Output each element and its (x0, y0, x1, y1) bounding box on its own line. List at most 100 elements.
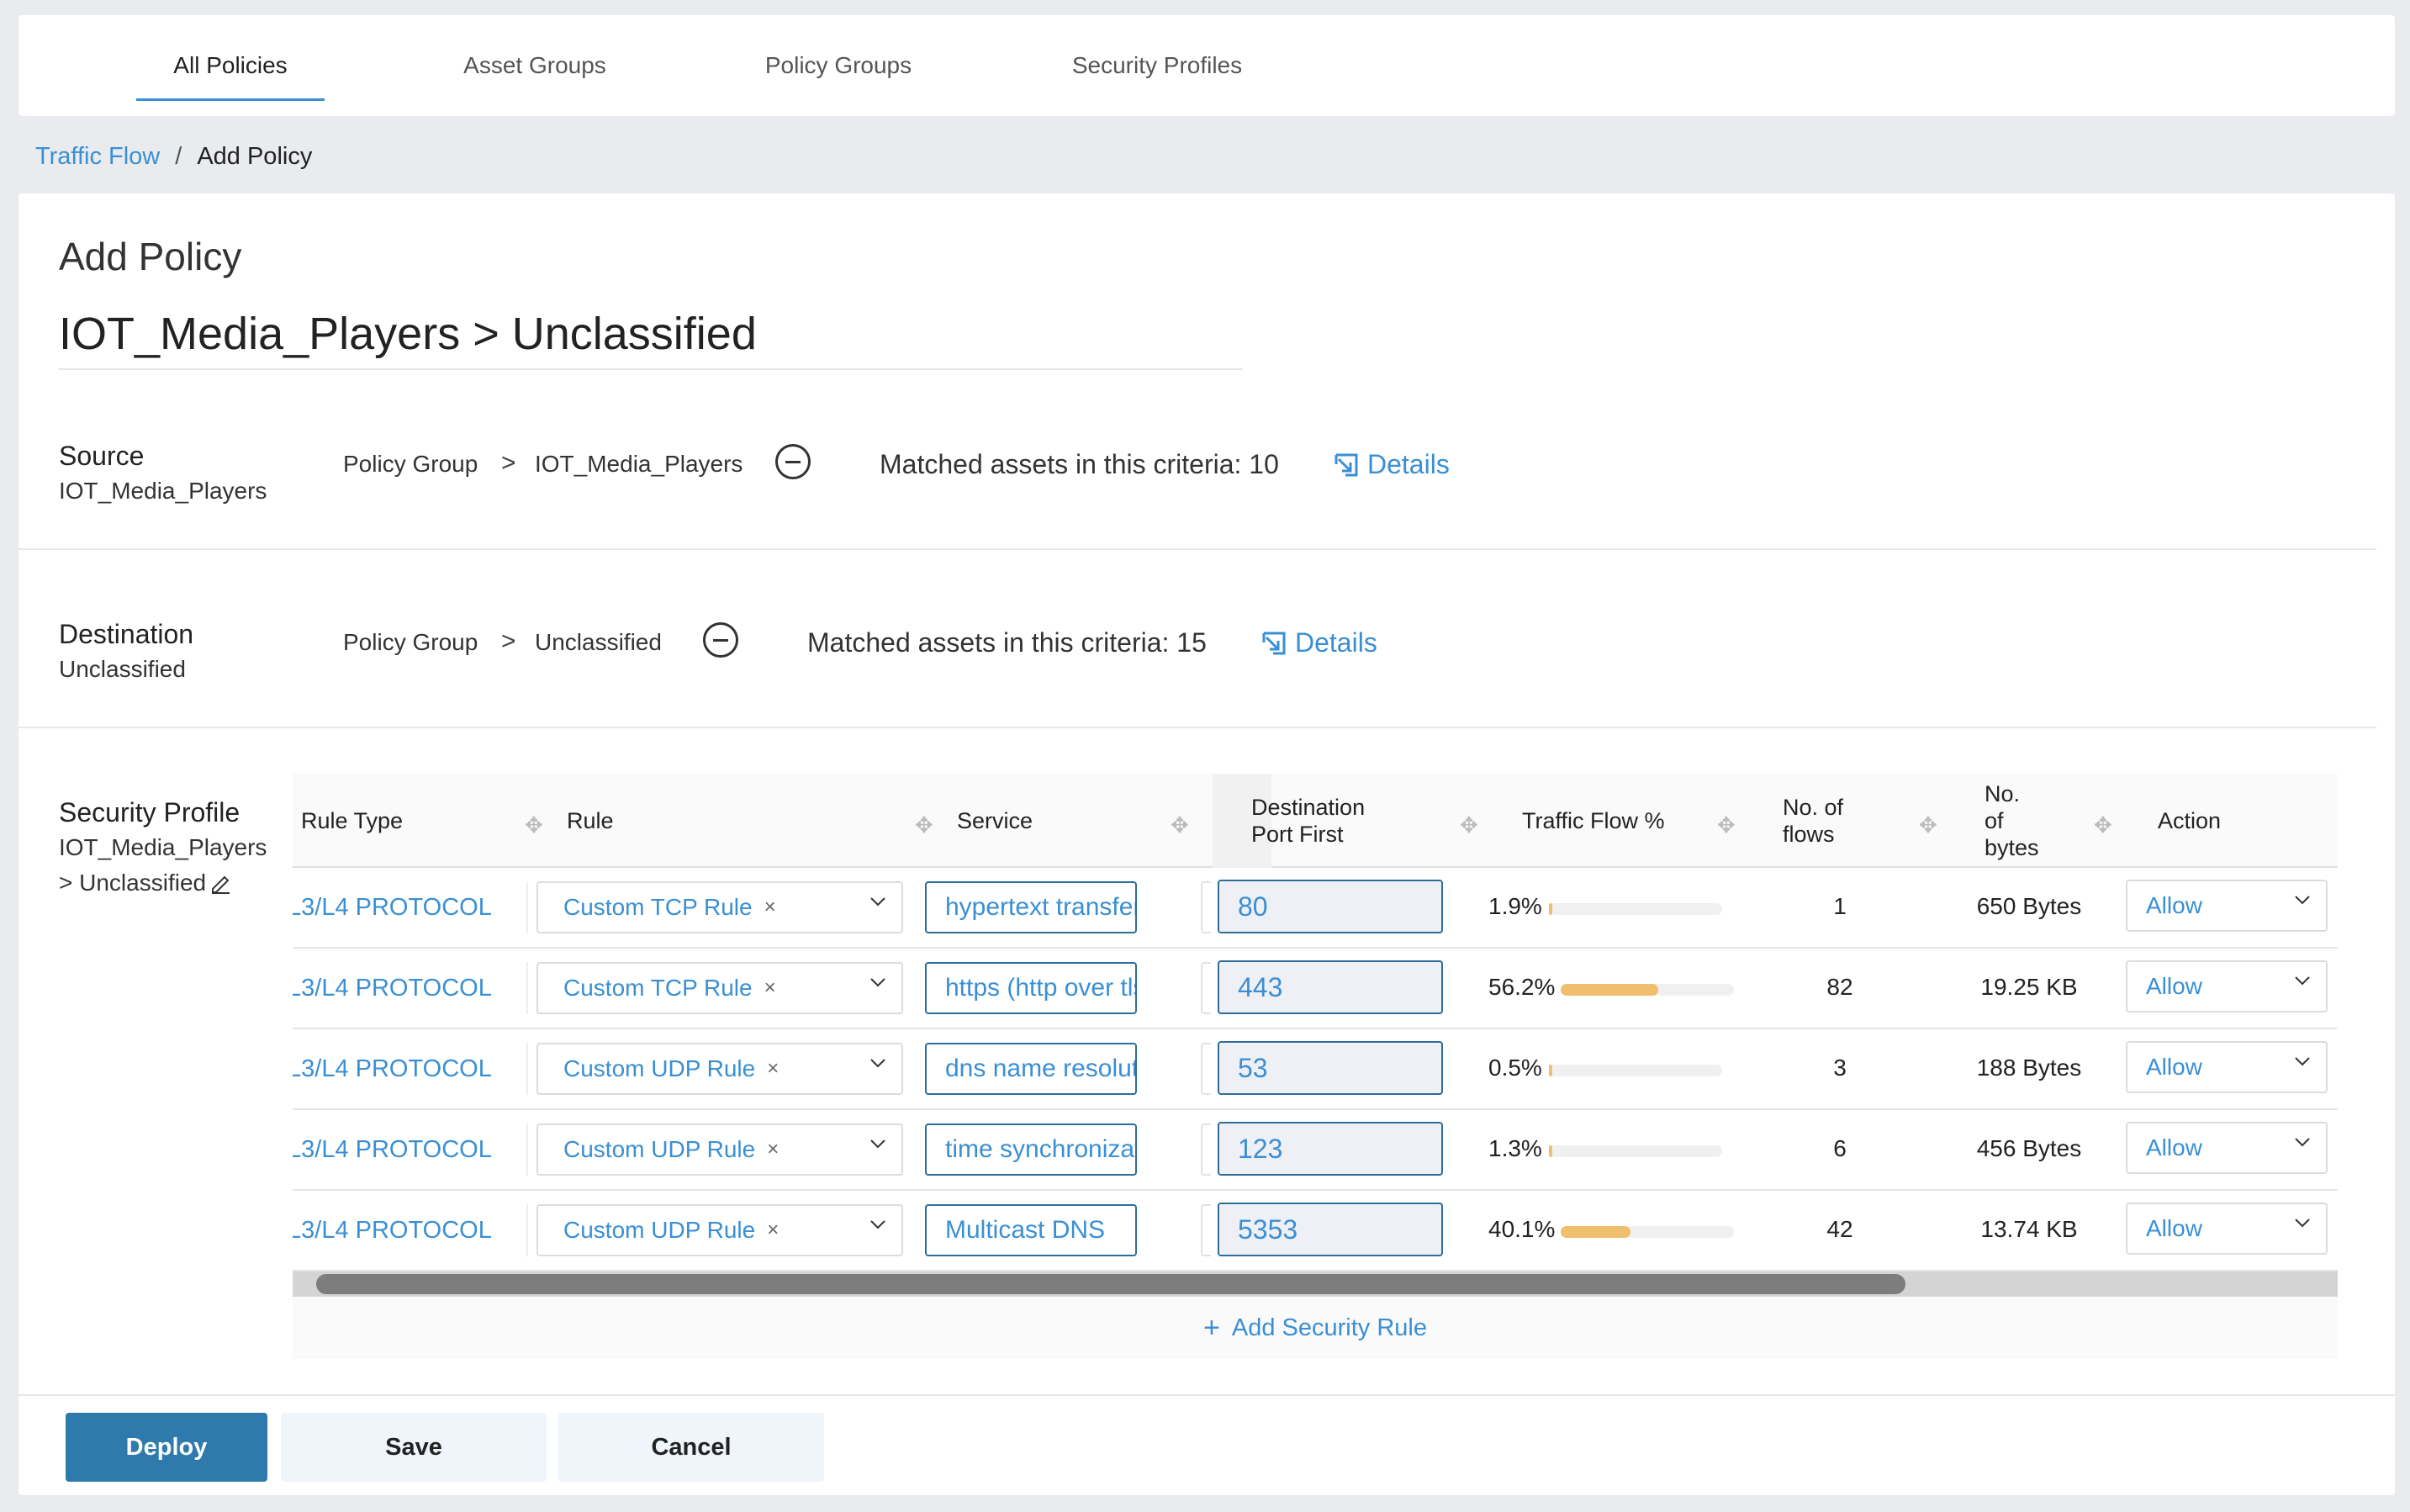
rule-select[interactable]: Custom UDP Rule × (536, 1043, 903, 1095)
rule-select-value: Custom UDP Rule (563, 1136, 756, 1162)
tab-label: Asset Groups (463, 52, 606, 78)
tab-asset-groups[interactable]: Asset Groups (417, 15, 653, 116)
destination-port-input[interactable]: 123 (1218, 1122, 1443, 1176)
edit-pencil-icon[interactable] (209, 872, 231, 894)
table-header: Rule Type ✥ Rule ✥ Service ✥ Destination… (293, 774, 2338, 868)
tab-security-profiles[interactable]: Security Profiles (1026, 15, 1288, 116)
destination-port-input[interactable]: 80 (1218, 880, 1443, 933)
col-rule[interactable]: Rule (567, 807, 614, 834)
table-row: L3/L4 PROTOCOL Custom UDP Rule × time synch… (293, 1110, 2338, 1191)
traffic-flow-percent: 40.1% (1488, 1216, 1556, 1242)
column-resize-handle[interactable]: ✥ (2094, 812, 2112, 838)
save-button[interactable]: Save (281, 1413, 547, 1482)
action-select[interactable]: Allow (2126, 960, 2328, 1012)
rule-type-cell[interactable]: L3/L4 PROTOCOL (293, 962, 528, 1014)
rule-type-cell[interactable]: L3/L4 PROTOCOL (293, 1123, 528, 1176)
table-row: L3/L4 PROTOCOL Custom TCP Rule × hypertext … (293, 868, 2338, 949)
action-select[interactable]: Allow (2126, 1203, 2328, 1255)
tab-policy-groups[interactable]: Policy Groups (716, 15, 960, 116)
rule-select-value: Custom UDP Rule (563, 1217, 756, 1243)
service-input[interactable]: https (http over tls/ssl) (925, 962, 1137, 1014)
col-action[interactable]: Action (2158, 807, 2221, 834)
clear-icon[interactable]: × (767, 1057, 779, 1081)
traffic-flow-bar (1561, 984, 1734, 996)
rule-select[interactable]: Custom TCP Rule × (536, 881, 903, 933)
col-rule-type[interactable]: Rule Type (301, 807, 403, 834)
breadcrumb-current: Add Policy (197, 143, 313, 170)
column-resize-handle[interactable]: ✥ (1919, 812, 1937, 838)
column-resize-handle[interactable]: ✥ (1460, 812, 1478, 838)
column-resize-handle[interactable]: ✥ (1717, 812, 1736, 838)
traffic-flow-percent: 0.5% (1488, 1055, 1542, 1081)
action-select[interactable]: Allow (2126, 880, 2328, 932)
flows-count: 82 (1826, 974, 1853, 1000)
scrollbar-thumb[interactable] (316, 1274, 1905, 1294)
destination-port-input[interactable]: 443 (1218, 960, 1443, 1014)
remove-criteria-icon[interactable] (775, 444, 811, 479)
source-details-link[interactable]: Details (1334, 449, 1450, 480)
col-flows-line1: No. of (1783, 795, 1844, 820)
col-traffic-flow[interactable]: Traffic Flow % (1522, 807, 1665, 834)
col-no-of-flows[interactable]: No. of flows (1783, 794, 1843, 848)
chevron-down-icon (2295, 1138, 2310, 1147)
remove-criteria-icon[interactable] (703, 622, 738, 658)
security-rules-table: Rule Type ✥ Rule ✥ Service ✥ Destination… (293, 774, 2338, 1359)
external-link-icon (1334, 453, 1358, 476)
destination-details-link[interactable]: Details (1261, 627, 1377, 658)
destination-port-input[interactable]: 53 (1218, 1041, 1443, 1095)
service-input[interactable]: time synchronization (925, 1123, 1137, 1176)
col-destination-port-line2: Port First (1251, 822, 1344, 847)
rule-type-cell[interactable]: L3/L4 PROTOCOL (293, 881, 528, 933)
traffic-flow-percent: 1.9% (1488, 893, 1542, 919)
table-row: L3/L4 PROTOCOL Custom UDP Rule × Multicast … (293, 1191, 2338, 1271)
source-value: IOT_Media_Players (59, 478, 267, 504)
action-select[interactable]: Allow (2126, 1122, 2328, 1174)
rule-type-cell[interactable]: L3/L4 PROTOCOL (293, 1043, 528, 1095)
clear-icon[interactable]: × (767, 1138, 779, 1161)
deploy-button[interactable]: Deploy (66, 1413, 267, 1482)
traffic-flow-bar (1561, 1226, 1734, 1238)
action-select[interactable]: Allow (2126, 1041, 2328, 1093)
rule-select[interactable]: Custom TCP Rule × (536, 962, 903, 1014)
rule-type-cell[interactable]: L3/L4 PROTOCOL (293, 1204, 528, 1256)
tab-label: Policy Groups (764, 52, 912, 78)
destination-port-input[interactable]: 5353 (1218, 1203, 1443, 1256)
horizontal-scrollbar[interactable] (293, 1271, 2338, 1297)
clear-icon[interactable]: × (764, 896, 776, 919)
flows-count: 6 (1833, 1135, 1847, 1161)
page-heading: Add Policy (59, 235, 242, 278)
column-resize-handle[interactable]: ✥ (1171, 812, 1189, 838)
service-input[interactable]: Multicast DNS (925, 1204, 1137, 1256)
rule-select-value: Custom TCP Rule (563, 975, 753, 1001)
col-destination-port[interactable]: Destination Port First (1251, 794, 1365, 848)
rule-select[interactable]: Custom UDP Rule × (536, 1204, 903, 1256)
breadcrumb: Traffic Flow / Add Policy (35, 143, 312, 171)
col-service[interactable]: Service (957, 807, 1033, 834)
add-security-rule-button[interactable]: + Add Security Rule (293, 1297, 2338, 1359)
clear-icon[interactable]: × (764, 976, 776, 1000)
column-resize-handle[interactable]: ✥ (915, 812, 933, 838)
cancel-button[interactable]: Cancel (558, 1413, 824, 1482)
traffic-flow-bar (1549, 1145, 1722, 1157)
column-resize-handle[interactable]: ✥ (525, 812, 543, 838)
rule-select[interactable]: Custom UDP Rule × (536, 1123, 903, 1176)
service-input[interactable]: hypertext transfer protocol (925, 881, 1137, 933)
traffic-flow-bar-fill (1549, 903, 1553, 915)
port-cell-edge (1201, 1204, 1211, 1256)
service-input[interactable]: dns name resolution (925, 1043, 1137, 1095)
chevron-down-icon (870, 1139, 885, 1149)
policy-name-title[interactable]: IOT_Media_Players > Unclassified (59, 308, 757, 360)
port-cell-edge (1201, 1123, 1211, 1176)
destination-label: Destination (59, 619, 194, 649)
clear-icon[interactable]: × (767, 1219, 779, 1242)
col-no-of-bytes[interactable]: No. of bytes (1985, 780, 2039, 861)
bytes-count: 650 Bytes (1976, 893, 2082, 919)
col-bytes-line1: No. (1985, 781, 2021, 806)
tab-all-policies[interactable]: All Policies (136, 15, 325, 116)
section-divider (18, 727, 2376, 728)
breadcrumb-separator: / (175, 143, 182, 170)
action-select-value: Allow (2146, 973, 2202, 999)
breadcrumb-traffic-flow-link[interactable]: Traffic Flow (35, 143, 160, 171)
destination-criteria-type: Policy Group (343, 629, 478, 655)
source-matched-assets: Matched assets in this criteria: 10 (880, 449, 1279, 479)
